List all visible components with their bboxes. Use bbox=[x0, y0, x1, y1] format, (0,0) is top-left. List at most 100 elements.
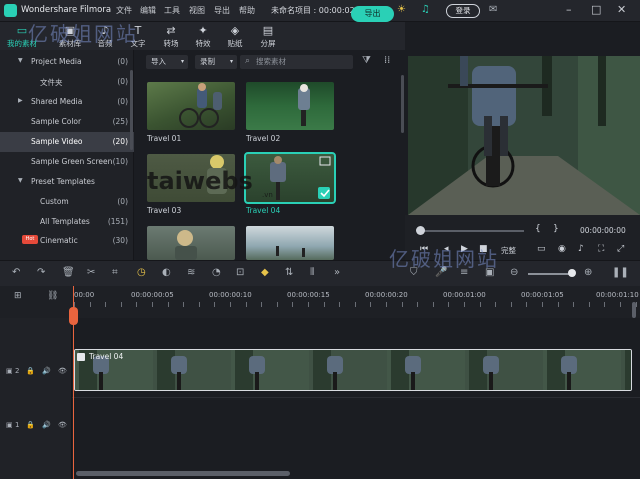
tab-split-screen[interactable]: ▤ 分屏 bbox=[250, 22, 286, 50]
ruler-tick bbox=[324, 302, 325, 307]
sidebar-item-folder[interactable]: 文件夹 (0) bbox=[0, 72, 134, 92]
menu-view[interactable]: 视图 bbox=[189, 5, 205, 16]
ruler-label: 00:00:00:15 bbox=[287, 291, 330, 299]
caret-right-icon: ▶ bbox=[18, 97, 23, 104]
sidebar-item-sample-color[interactable]: Sample Color (25) bbox=[0, 112, 134, 132]
keyframe-icon[interactable]: ◆ bbox=[261, 267, 269, 278]
speaker-icon[interactable]: 🔊 bbox=[42, 421, 51, 429]
close-button[interactable]: ✕ bbox=[617, 3, 626, 16]
media-search-input[interactable]: 搜索素材 bbox=[240, 55, 353, 69]
playhead-handle[interactable] bbox=[69, 307, 78, 325]
zoom-in-icon[interactable]: ⊕ bbox=[584, 267, 592, 278]
audio-adjust-icon[interactable]: ≋ bbox=[187, 267, 195, 278]
eye-icon[interactable]: 👁 bbox=[58, 421, 67, 429]
media-thumbnail-travel-01[interactable] bbox=[147, 82, 235, 130]
media-thumbnail-item[interactable] bbox=[246, 226, 334, 260]
menu-file[interactable]: 文件 bbox=[116, 5, 132, 16]
tab-effects[interactable]: ✦ 特效 bbox=[185, 22, 221, 50]
sidebar-scrollbar[interactable] bbox=[130, 70, 133, 150]
media-scrollbar[interactable] bbox=[401, 75, 404, 133]
grid-view-icon[interactable]: ⁞⁞ bbox=[384, 55, 390, 66]
ruler-label: 00:00:01:00 bbox=[443, 291, 486, 299]
ruler-tick bbox=[448, 302, 449, 307]
sidebar-item-cinematic[interactable]: Cinematic (30) bbox=[0, 231, 134, 251]
video-clip-travel-04[interactable] bbox=[74, 349, 632, 391]
preview-scrub-bar[interactable] bbox=[420, 230, 524, 232]
ruler-tick bbox=[292, 302, 293, 307]
speaker-icon[interactable]: 🔊 bbox=[42, 367, 51, 375]
mark-out-button[interactable]: } bbox=[553, 224, 559, 234]
cut-icon[interactable]: ✂ bbox=[87, 267, 95, 278]
lock-icon[interactable]: 🔒 bbox=[26, 421, 35, 429]
volume-icon[interactable]: ♪ bbox=[578, 244, 584, 254]
cyclist-image bbox=[298, 84, 310, 126]
timeline-vertical-scrollbar[interactable] bbox=[632, 302, 636, 318]
sidebar-item-shared-media[interactable]: ▶ Shared Media (0) bbox=[0, 92, 134, 112]
menu-tools[interactable]: 工具 bbox=[164, 5, 180, 16]
tab-elements[interactable]: ◈ 贴纸 bbox=[217, 22, 253, 50]
maximize-button[interactable]: □ bbox=[591, 3, 601, 16]
sidebar-item-label: All Templates bbox=[40, 217, 90, 226]
tab-transitions[interactable]: ⇄ 转场 bbox=[153, 22, 189, 50]
sun-icon[interactable]: ☀ bbox=[397, 4, 406, 15]
fit-icon[interactable]: ⊡ bbox=[236, 267, 244, 278]
monitor-icon[interactable]: ▭ bbox=[537, 244, 546, 254]
fullscreen-icon[interactable]: ⛶ bbox=[598, 244, 604, 254]
expand-icon[interactable]: ⤢ bbox=[617, 244, 624, 254]
clip-frame bbox=[309, 350, 387, 390]
sidebar-item-all-templates[interactable]: All Templates (151) bbox=[0, 212, 134, 232]
link-icon[interactable]: ⛓ bbox=[47, 291, 58, 301]
zoom-out-icon[interactable]: ⊖ bbox=[510, 267, 518, 278]
import-dropdown[interactable]: 导入 ▾ bbox=[146, 55, 188, 69]
timeline-pause-icon[interactable]: ❚❚ bbox=[612, 267, 629, 278]
filmora-logo-icon bbox=[4, 4, 17, 17]
filter-icon[interactable]: ⧩ bbox=[362, 55, 371, 66]
menu-edit[interactable]: 编辑 bbox=[140, 5, 156, 16]
media-thumbnail-travel-02[interactable] bbox=[246, 82, 334, 130]
login-button[interactable]: 登录 bbox=[446, 4, 480, 18]
record-dropdown[interactable]: 录制 ▾ bbox=[195, 55, 237, 69]
preview-scrub-handle[interactable] bbox=[416, 226, 425, 235]
sidebar-item-label: Custom bbox=[40, 197, 69, 206]
delete-icon[interactable]: 🗑 bbox=[62, 267, 75, 278]
duration-icon[interactable]: ◔ bbox=[212, 267, 221, 278]
adjust-icon[interactable]: ⇅ bbox=[285, 267, 293, 278]
more-icon[interactable]: » bbox=[334, 267, 340, 278]
sidebar-item-label: Cinematic bbox=[40, 236, 78, 245]
redo-icon[interactable]: ↷ bbox=[37, 267, 45, 278]
headset-icon[interactable]: ♫ bbox=[421, 4, 430, 15]
snapshot-icon[interactable]: ◉ bbox=[558, 244, 566, 254]
menu-help[interactable]: 帮助 bbox=[239, 5, 255, 16]
sidebar-item-count: (0) bbox=[117, 57, 128, 66]
export-button[interactable]: 导出 bbox=[351, 6, 394, 22]
track-divider bbox=[72, 397, 640, 398]
cyclist-image bbox=[175, 230, 197, 260]
sidebar-item-sample-video[interactable]: Sample Video (20) bbox=[0, 132, 134, 152]
color-icon[interactable]: ◐ bbox=[162, 267, 171, 278]
crop-icon[interactable]: ⌗ bbox=[112, 267, 118, 278]
timeline-horizontal-scrollbar[interactable] bbox=[76, 471, 290, 476]
media-thumbnail-travel-04[interactable] bbox=[244, 152, 336, 204]
ruler-tick bbox=[495, 302, 496, 307]
hot-badge: Hot bbox=[22, 235, 38, 244]
sidebar-item-project-media[interactable]: ▼ Project Media (0) bbox=[0, 52, 134, 72]
sidebar-item-sample-green-screen[interactable]: Sample Green Screen (10) bbox=[0, 152, 134, 172]
speed-icon[interactable]: ◷ bbox=[137, 267, 146, 278]
track-number: 2 bbox=[15, 367, 20, 375]
clip-frame bbox=[621, 350, 631, 390]
media-thumbnail-item[interactable] bbox=[147, 226, 235, 260]
transition-icon: ⇄ bbox=[166, 24, 176, 37]
eye-icon[interactable]: 👁 bbox=[58, 367, 67, 375]
mark-in-button[interactable]: { bbox=[535, 224, 541, 234]
audio-wave-icon[interactable]: ⦀ bbox=[310, 267, 314, 278]
notification-icon[interactable]: ✉ bbox=[489, 4, 497, 15]
undo-icon[interactable]: ↶ bbox=[12, 267, 20, 278]
zoom-slider-handle[interactable] bbox=[568, 269, 576, 277]
minimize-button[interactable]: – bbox=[566, 3, 572, 16]
sidebar-item-custom[interactable]: Custom (0) bbox=[0, 192, 134, 212]
lock-icon[interactable]: 🔒 bbox=[26, 367, 35, 375]
add-track-icon[interactable]: ⊞ bbox=[14, 291, 22, 301]
sidebar-item-preset-templates[interactable]: ▼ Preset Templates bbox=[0, 172, 134, 192]
quality-dropdown[interactable]: 完整 bbox=[501, 245, 516, 256]
menu-export[interactable]: 导出 bbox=[214, 5, 230, 16]
